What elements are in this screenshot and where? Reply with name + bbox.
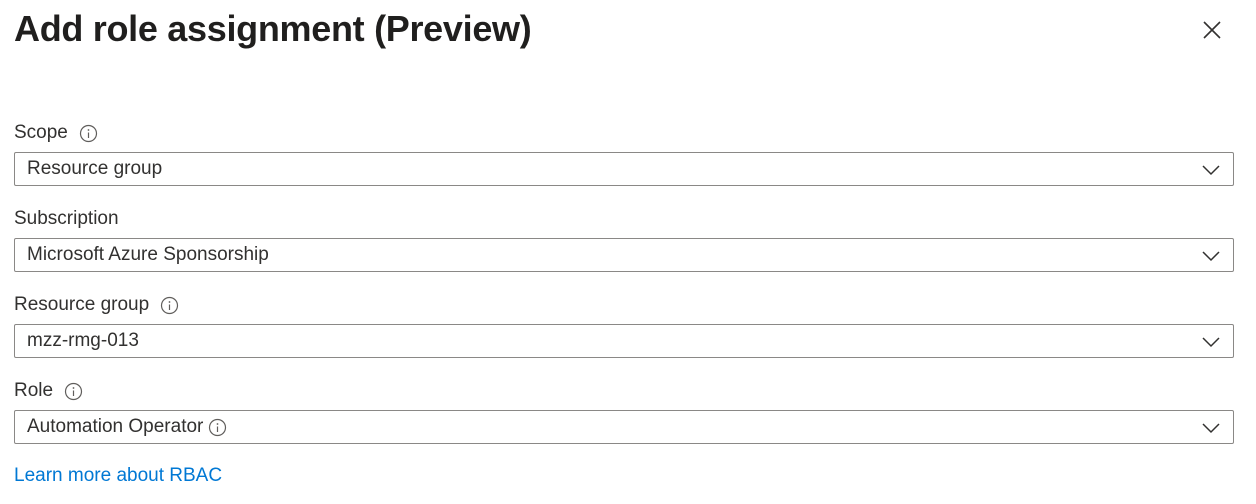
subscription-label: Subscription [14, 206, 119, 232]
role-label: Role [14, 378, 83, 404]
role-value: Automation Operator [27, 416, 204, 437]
scope-label-text: Scope [14, 122, 68, 143]
close-button[interactable] [1198, 16, 1226, 44]
close-icon [1203, 21, 1221, 39]
resource-group-value: mzz-rmg-013 [27, 330, 139, 351]
scope-label: Scope [14, 120, 98, 146]
chevron-down-icon [1202, 251, 1220, 262]
info-icon[interactable] [208, 418, 227, 437]
page-title: Add role assignment (Preview) [14, 8, 532, 49]
role-dropdown[interactable]: Automation Operator [14, 410, 1234, 444]
resource-group-dropdown[interactable]: mzz-rmg-013 [14, 324, 1234, 358]
scope-value: Resource group [27, 158, 163, 179]
chevron-down-icon [1202, 423, 1220, 434]
subscription-value: Microsoft Azure Sponsorship [27, 244, 269, 265]
role-value-wrap: Automation Operator [27, 416, 227, 438]
resource-group-label-text: Resource group [14, 294, 150, 315]
info-icon[interactable] [79, 124, 98, 143]
learn-more-rbac-link[interactable]: Learn more about RBAC [14, 465, 222, 487]
info-icon[interactable] [64, 382, 83, 401]
info-icon[interactable] [160, 296, 179, 315]
resource-group-label: Resource group [14, 292, 179, 318]
chevron-down-icon [1202, 165, 1220, 176]
chevron-down-icon [1202, 337, 1220, 348]
role-label-text: Role [14, 380, 54, 401]
subscription-label-text: Subscription [14, 208, 119, 229]
scope-dropdown[interactable]: Resource group [14, 152, 1234, 186]
subscription-dropdown[interactable]: Microsoft Azure Sponsorship [14, 238, 1234, 272]
